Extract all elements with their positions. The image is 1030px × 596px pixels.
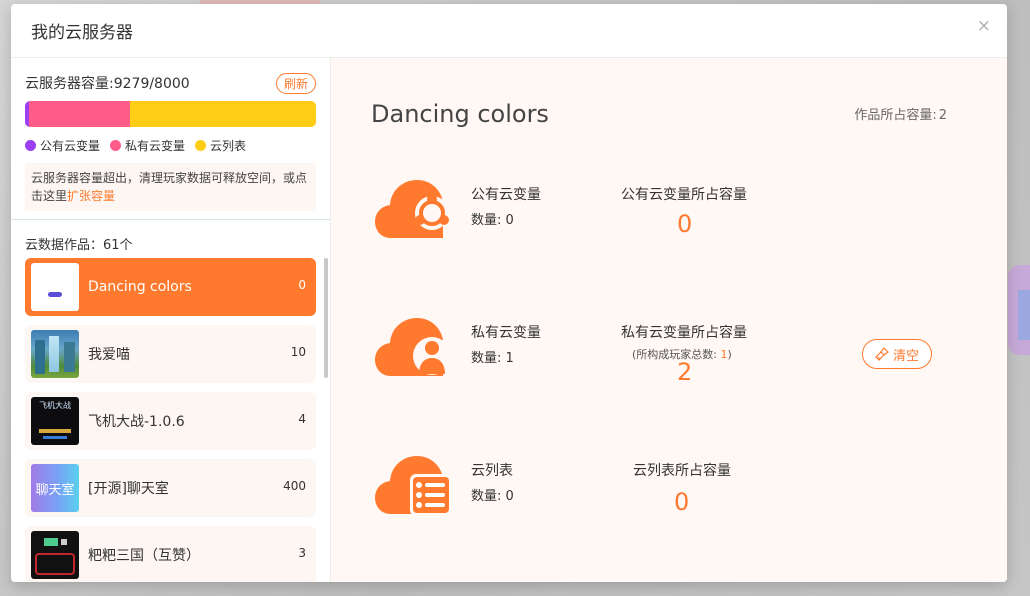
capacity-text: 云服务器容量:9279/8000 (25, 76, 190, 92)
work-thumbnail: 飞机大战 (31, 397, 79, 445)
capacity-bar (25, 101, 316, 127)
modal-body: 云服务器容量:9279/8000 刷新 公有云变量 私有云变量 云列表 云服务器… (11, 58, 1007, 582)
thumbnail-title: 聊天室 (35, 482, 75, 498)
public-variable-count: 数量: 0 (471, 213, 514, 228)
private-variable-row: 私有云变量 数量: 1 私有云变量所占容量 (所构成玩家总数: 1) 2 (375, 314, 935, 386)
legend-label: 公有云变量 (40, 139, 101, 153)
modal-title: 我的云服务器 (31, 23, 133, 43)
cloud-server-modal: 我的云服务器 × 云服务器容量:9279/8000 刷新 公有云变量 私有云变量… (11, 4, 1007, 582)
work-item-plane-war[interactable]: 飞机大战 飞机大战-1.0.6 4 (25, 392, 316, 450)
thumbnail-frame (35, 553, 75, 575)
refresh-button[interactable]: 刷新 (275, 72, 316, 94)
legend-dot (195, 140, 207, 151)
thumbnail-mark (61, 539, 67, 545)
public-capacity-value: 0 (677, 210, 693, 238)
legend-public: 公有云变量 (25, 137, 100, 154)
work-title: Dancing colors (371, 100, 549, 128)
work-name: 我爱喵 (88, 347, 130, 363)
works-count: 云数据作品：61个 (25, 238, 133, 253)
capacity-bar-private (29, 101, 130, 127)
cloud-user-icon (375, 318, 451, 376)
public-capacity-label: 公有云变量所占容量 (621, 187, 747, 203)
clear-label: 清空 (892, 347, 919, 363)
list-scrollbar[interactable] (324, 258, 328, 378)
cloud-list-capacity-value: 0 (674, 488, 690, 516)
players-total-value: 1 (720, 348, 728, 361)
capacity-legend: 公有云变量 私有云变量 云列表 (25, 137, 316, 154)
cloud-list-count: 数量: 0 (471, 489, 514, 504)
cloud-share-icon (375, 180, 449, 238)
thumbnail-rock (35, 340, 45, 374)
private-capacity-value: 2 (677, 358, 693, 386)
thumbnail-mark (44, 538, 58, 546)
detail-panel: Dancing colors 作品所占容量: 2 公有云变量 数量: 0 公有云变… (331, 58, 1007, 582)
clear-private-button[interactable]: 清空 (862, 339, 932, 369)
work-capacity-value: 2 (938, 108, 947, 123)
close-button[interactable]: × (977, 18, 991, 35)
thumbnail-bar (43, 436, 67, 439)
left-panel: 云服务器容量:9279/8000 刷新 公有云变量 私有云变量 云列表 云服务器… (11, 58, 331, 582)
work-item-chat-room[interactable]: 聊天室 [开源]聊天室 400 (25, 459, 316, 517)
modal-header: 我的云服务器 × (11, 4, 1007, 58)
work-capacity-label: 作品所占容量: (854, 108, 937, 123)
capacity-header: 云服务器容量:9279/8000 刷新 (25, 72, 316, 94)
capacity-block: 云服务器容量:9279/8000 刷新 公有云变量 私有云变量 云列表 云服务器… (11, 58, 330, 211)
thumbnail-mark (48, 292, 62, 297)
work-count: 0 (298, 278, 306, 292)
thumbnail-title: 飞机大战 (39, 401, 71, 410)
private-variable-count: 数量: 1 (471, 351, 514, 366)
private-variable-label: 私有云变量 (471, 325, 541, 341)
cloud-list-label: 云列表 (471, 463, 513, 479)
cloud-list-row: 云列表 数量: 0 云列表所占容量 0 (375, 452, 935, 524)
private-capacity-label: 私有云变量所占容量 (621, 325, 747, 341)
work-thumbnail (31, 531, 79, 579)
work-thumbnail: 聊天室 (31, 464, 79, 512)
work-count: 400 (283, 479, 306, 493)
public-variable-label: 公有云变量 (471, 187, 541, 203)
work-name: 粑粑三国（互赞） (88, 548, 200, 564)
work-count: 3 (298, 546, 306, 560)
work-item-dancing-colors[interactable]: Dancing colors 0 (25, 258, 316, 316)
work-count: 10 (290, 345, 306, 359)
work-thumbnail (31, 263, 79, 311)
work-name: [开源]聊天室 (88, 481, 169, 497)
backdrop-decoration (1018, 290, 1030, 340)
legend-dot (110, 140, 122, 151)
players-total-suffix: ) (727, 348, 732, 361)
public-variable-row: 公有云变量 数量: 0 公有云变量所占容量 0 (375, 176, 935, 248)
thumbnail-rock (64, 342, 75, 372)
thumbnail-bar (39, 429, 71, 433)
work-capacity: 作品所占容量: 2 (852, 104, 947, 123)
work-name: 飞机大战-1.0.6 (88, 414, 185, 430)
capacity-bar-list (129, 101, 316, 127)
work-item-wo-ai-miao[interactable]: 我爱喵 10 (25, 325, 316, 383)
works-list: Dancing colors 0 我爱喵 10 飞机大战 飞机大战-1.0.6 … (11, 258, 330, 582)
thumbnail-waterfall (49, 336, 59, 372)
legend-label: 私有云变量 (125, 139, 186, 153)
legend-dot (25, 140, 36, 151)
cloud-list-icon (375, 456, 451, 516)
expand-capacity-link[interactable]: 扩张容量 (67, 189, 115, 203)
capacity-notice: 云服务器容量超出，清理玩家数据可释放空间，或点击这里扩张容量 (25, 163, 316, 211)
legend-label: 云列表 (210, 139, 247, 153)
work-name: Dancing colors (88, 279, 192, 295)
broom-icon (875, 347, 889, 361)
cloud-list-capacity-label: 云列表所占容量 (633, 463, 731, 479)
work-count: 4 (298, 412, 306, 426)
legend-private: 私有云变量 (110, 137, 185, 154)
work-item-baba-sanguo[interactable]: 粑粑三国（互赞） 3 (25, 526, 316, 582)
legend-list: 云列表 (195, 137, 246, 154)
work-thumbnail (31, 330, 79, 378)
